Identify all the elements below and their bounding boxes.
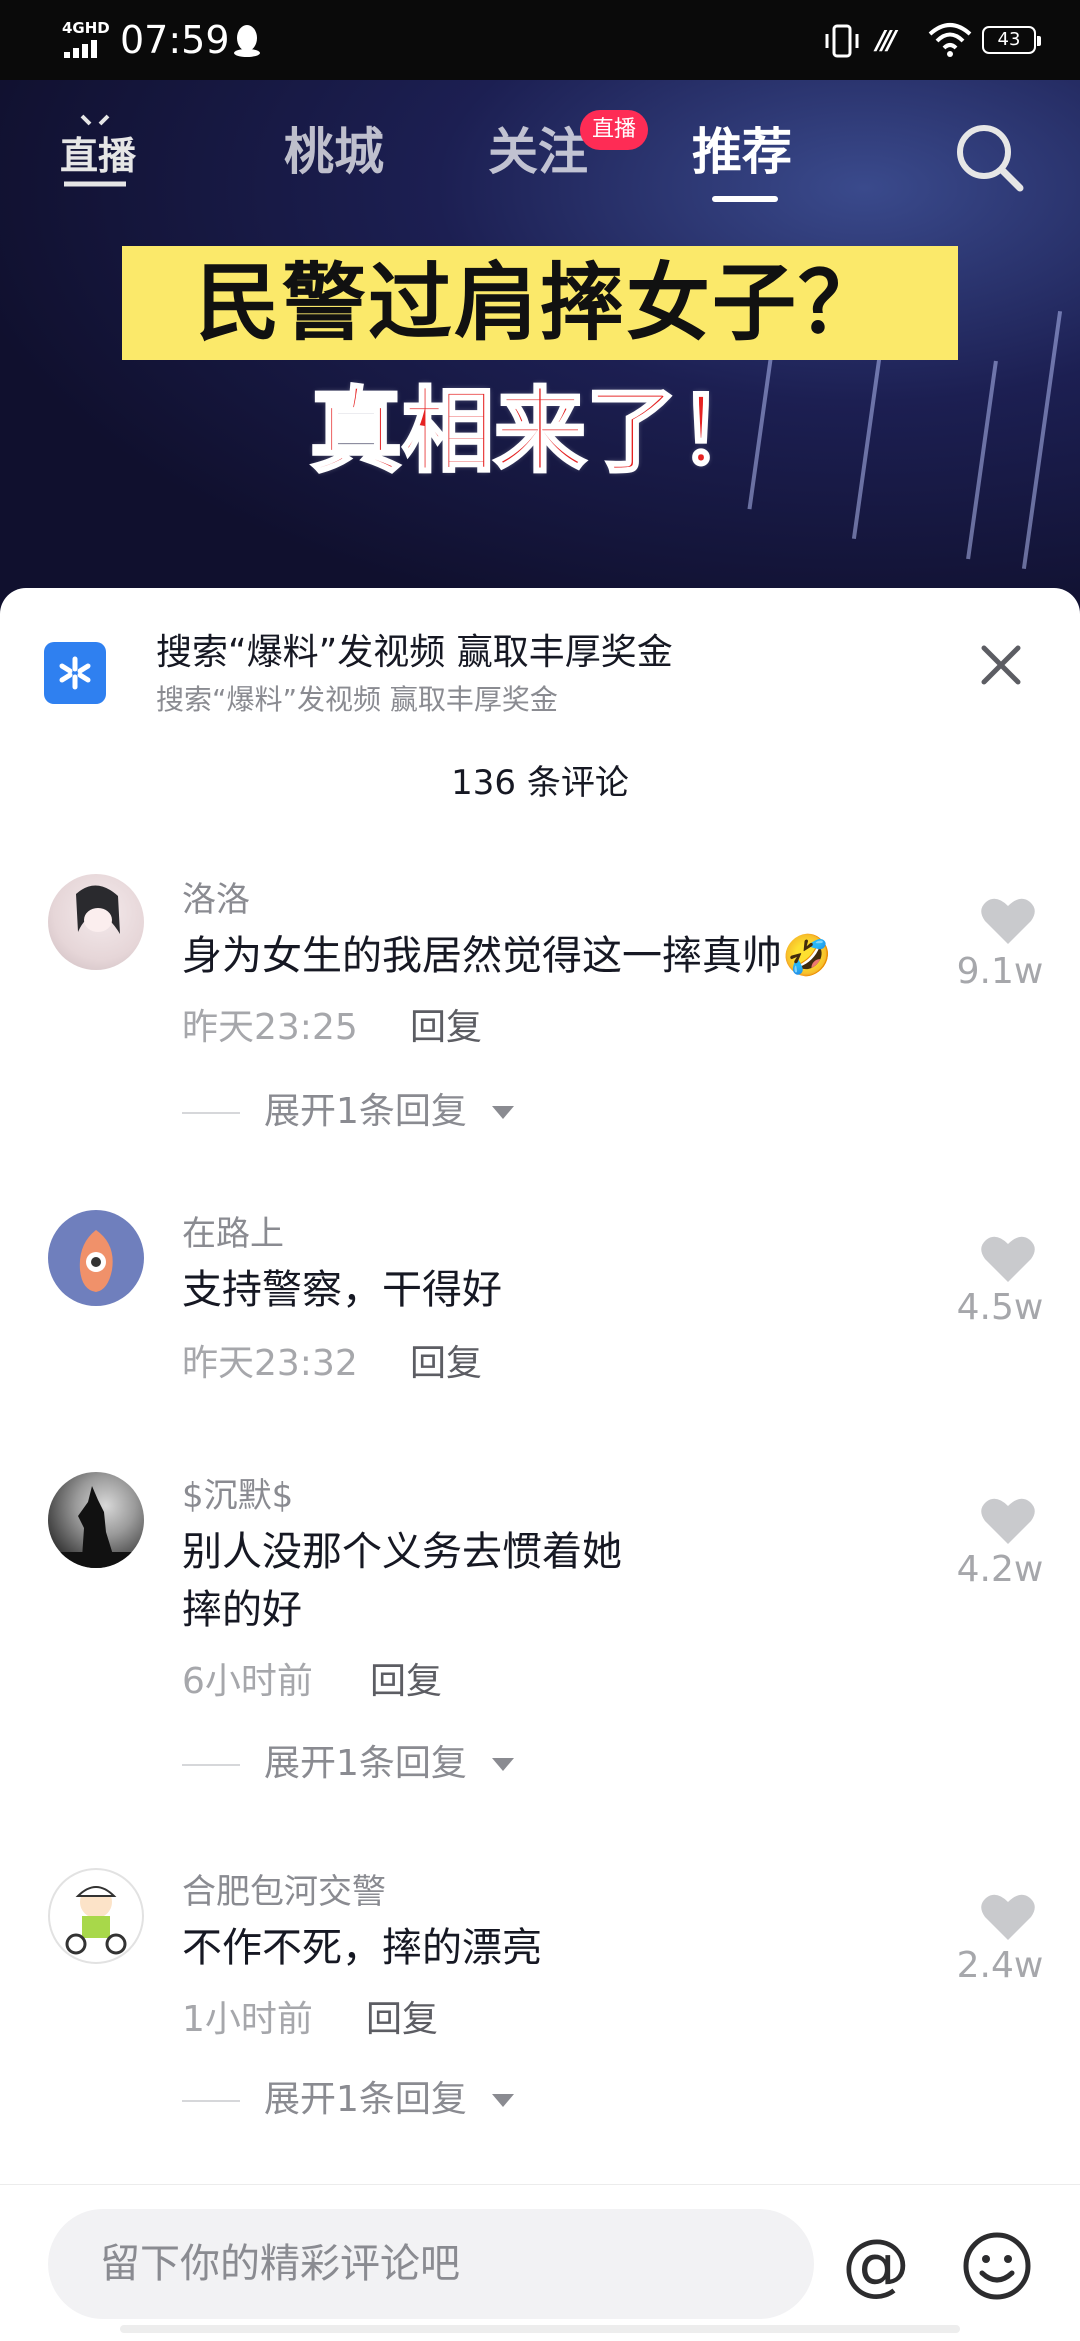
tab-recommended[interactable]: 推荐 [692, 120, 792, 184]
caret-down-icon [492, 2094, 514, 2107]
reply-button[interactable]: 回复 [410, 1340, 482, 1388]
search-icon[interactable] [954, 122, 1024, 192]
comment-username[interactable]: 洛洛 [182, 878, 250, 922]
comment-username[interactable]: 合肥包河交警 [182, 1870, 386, 1914]
signal-bars-icon [64, 40, 97, 58]
close-icon[interactable] [978, 642, 1024, 688]
heart-icon[interactable] [980, 1496, 1036, 1546]
comment-input[interactable] [48, 2209, 814, 2319]
divider-line [182, 1764, 240, 1766]
expand-replies-label: 展开1条回复 [264, 1091, 467, 1132]
comment-text-line-2[interactable]: 摔的好 [182, 1580, 302, 1640]
comment-time: 1小时前 [182, 1999, 313, 2040]
avatar[interactable] [48, 1472, 144, 1568]
qq-penguin-icon [234, 25, 260, 57]
promo-title[interactable]: 搜索“爆料”发视频 赢取丰厚奖金 [156, 628, 673, 678]
reply-button[interactable]: 回复 [370, 1658, 442, 1706]
comment-text-line-1[interactable]: 别人没那个义务去惯着她 [182, 1522, 622, 1582]
at-mention-icon[interactable]: @ [842, 2231, 910, 2299]
comment-text[interactable]: 不作不死，摔的漂亮 [182, 1918, 542, 1978]
avatar[interactable] [48, 1868, 144, 1964]
promo-asterisk-icon[interactable] [44, 642, 106, 704]
comment-username[interactable]: $沉默$ [182, 1474, 293, 1518]
live-label[interactable]: 直播 [60, 124, 136, 188]
heart-icon[interactable] [980, 1234, 1036, 1284]
comment-time: 昨天23:25 [182, 1007, 358, 1048]
status-bar: 4GHD 07:59 /// 43 [0, 0, 1080, 80]
like-count: 2.4w [956, 1945, 1044, 1986]
video-subheadline: 真相来了！ [308, 377, 771, 487]
cellular-signal-icon: 4GHD [62, 20, 114, 60]
comment-username[interactable]: 在路上 [182, 1212, 284, 1256]
tab-following[interactable]: 关注 [488, 120, 588, 184]
heart-icon[interactable] [980, 1892, 1036, 1942]
comment-text[interactable]: 支持警察，干得好 [182, 1260, 502, 1320]
reply-button[interactable]: 回复 [410, 1004, 482, 1052]
expand-replies-label: 展开1条回复 [264, 2079, 467, 2120]
clock: 07:59 [120, 18, 230, 62]
gesture-bar [120, 2325, 960, 2333]
like-count: 4.5w [956, 1287, 1044, 1328]
active-tab-indicator [712, 196, 778, 202]
top-navigation: 直播 桃城 关注 直播 推荐 [0, 80, 1080, 220]
comment-time: 昨天23:32 [182, 1343, 358, 1384]
comment-sheet: 搜索“爆料”发视频 赢取丰厚奖金 搜索“爆料”发视频 赢取丰厚奖金 136 条评… [0, 588, 1080, 2340]
heart-icon[interactable] [980, 896, 1036, 946]
promo-subtitle: 搜索“爆料”发视频 赢取丰厚奖金 [156, 683, 558, 716]
live-badge: 直播 [580, 110, 649, 150]
smiley-icon[interactable] [962, 2231, 1032, 2301]
battery-icon: 43 [982, 26, 1041, 54]
avatar[interactable] [48, 1210, 144, 1306]
caret-down-icon [492, 1106, 514, 1119]
like-count: 9.1w [956, 951, 1044, 992]
comment-time: 6小时前 [182, 1661, 313, 1702]
expand-replies-label: 展开1条回复 [264, 1743, 467, 1784]
reply-button[interactable]: 回复 [366, 1996, 438, 2044]
divider-line [182, 2100, 240, 2102]
comment-text[interactable]: 身为女生的我居然觉得这一摔真帅🤣 [182, 926, 832, 986]
hd-signal-icon: /// [876, 26, 896, 56]
tab-taocheng[interactable]: 桃城 [284, 120, 384, 184]
divider-line [182, 1112, 240, 1114]
network-type: 4GHD [62, 19, 110, 37]
video-headline: 民警过肩摔女子？ [122, 246, 958, 360]
comment-count: 136 条评论 [451, 763, 629, 803]
caret-down-icon [492, 1758, 514, 1771]
avatar[interactable] [48, 874, 144, 970]
like-count: 4.2w [956, 1549, 1044, 1590]
comment-input-bar: @ [0, 2184, 1080, 2341]
wifi-icon [928, 23, 972, 57]
vibrate-icon [825, 24, 859, 58]
